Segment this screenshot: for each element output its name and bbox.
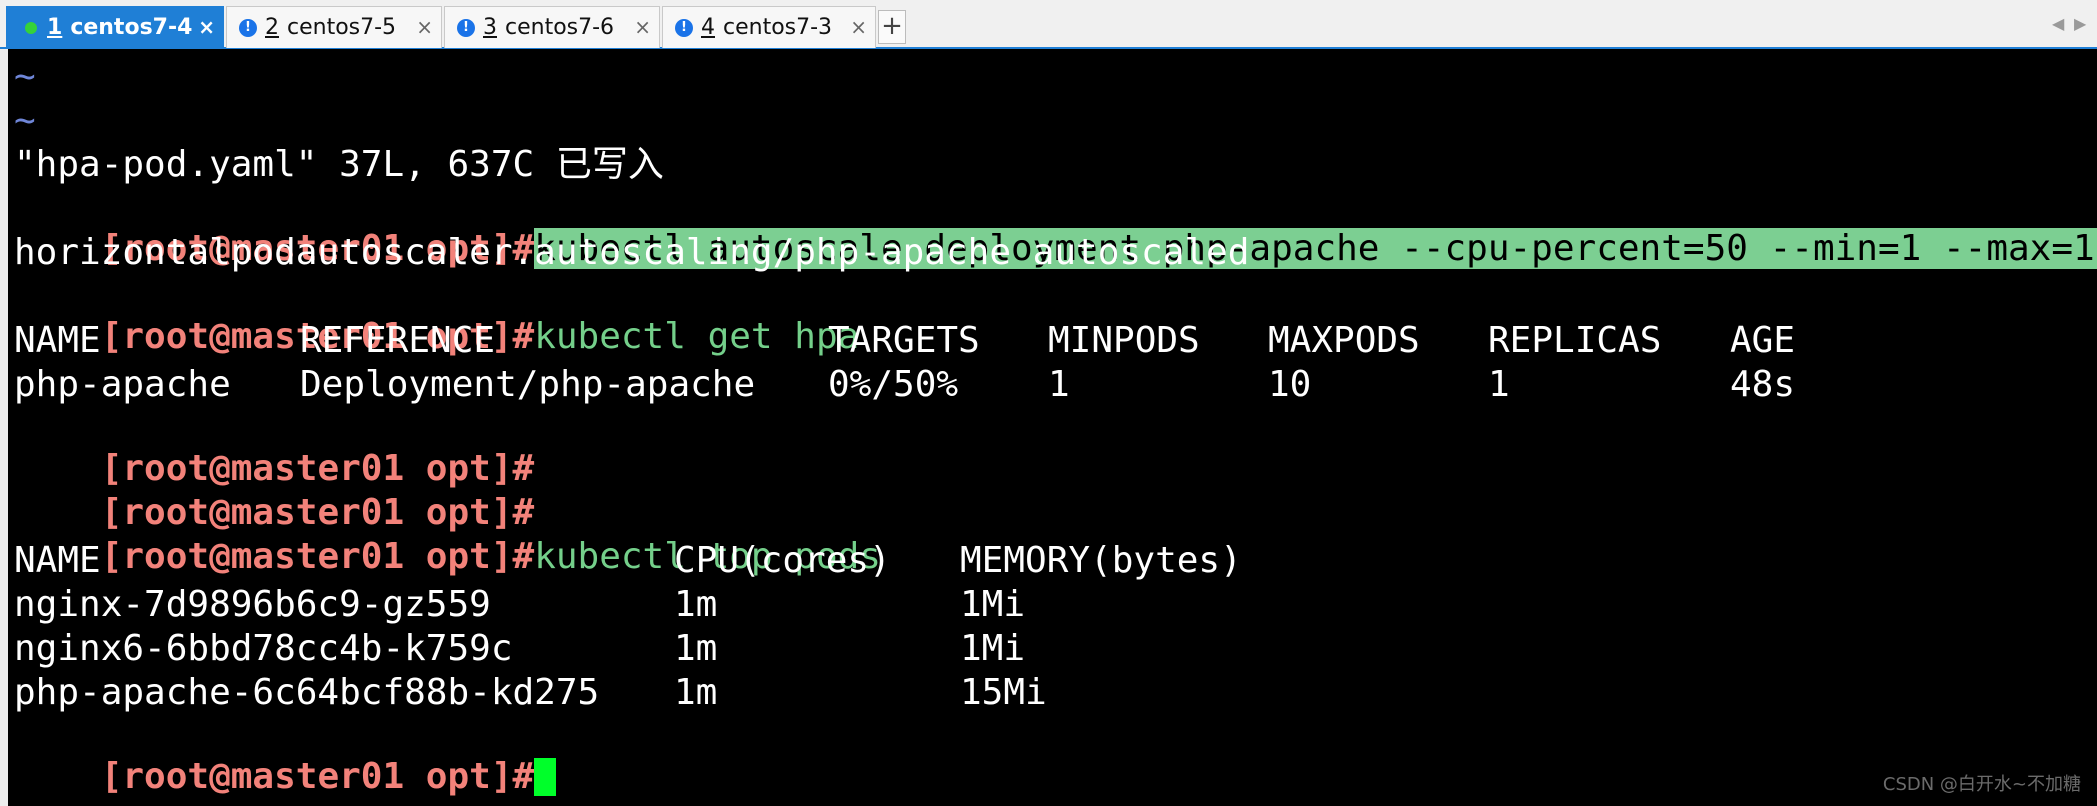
- hpa-cell-reference: Deployment/php-apache: [300, 364, 756, 405]
- hpa-header-maxpods: MAXPODS: [1268, 320, 1420, 361]
- table-row: nginx6-6bbd78cc4b-k759c 1m 1Mi: [14, 629, 2014, 669]
- hpa-header-age: AGE: [1730, 320, 1796, 361]
- hpa-cell-targets: 0%/50%: [828, 364, 959, 405]
- pods-header-cpu: CPU(cores): [674, 540, 891, 581]
- scroll-right-icon[interactable]: ▶: [2074, 14, 2086, 33]
- tab-number: 3: [483, 15, 497, 40]
- tab-bar: 1 centos7-4 × ! 2 centos7-5 × ! 3 centos…: [0, 0, 2097, 49]
- scroll-left-icon[interactable]: ◀: [2052, 14, 2064, 33]
- hpa-cell-replicas: 1: [1488, 364, 1510, 405]
- pods-header-memory: MEMORY(bytes): [960, 540, 1242, 581]
- table-row: php-apache-6c64bcf88b-kd275 1m 15Mi: [14, 673, 2014, 713]
- hpa-cell-maxpods: 10: [1268, 364, 1312, 405]
- hpa-table-header: NAME REFERENCE TARGETS MINPODS MAXPODS R…: [14, 321, 2014, 361]
- tab-centos7-5[interactable]: ! 2 centos7-5 ×: [226, 6, 442, 48]
- pod-name: nginx-7d9896b6c9-gz559: [14, 584, 491, 625]
- tab-label: centos7-4: [70, 15, 193, 40]
- command-line-top-pods: [root@master01 opt]#kubectl top pods: [14, 497, 881, 577]
- pod-cpu: 1m: [674, 672, 718, 713]
- tab-label: centos7-5: [287, 15, 397, 40]
- alert-icon: !: [457, 18, 475, 37]
- tab-number: 2: [265, 15, 279, 40]
- hpa-cell-age: 48s: [1730, 364, 1796, 405]
- terminal-area[interactable]: ~ ~ "hpa-pod.yaml" 37L, 637C 已写入 [root@m…: [8, 49, 2097, 806]
- terminal-cursor: [534, 758, 557, 796]
- close-icon[interactable]: ×: [416, 15, 433, 39]
- pod-cpu: 1m: [674, 628, 718, 669]
- tab-number: 1: [47, 15, 63, 40]
- connected-status-icon: [25, 21, 37, 34]
- tab-centos7-4[interactable]: 1 centos7-4 ×: [6, 6, 224, 48]
- command-line-autoscale: [root@master01 opt]#kubectl autoscale de…: [14, 189, 2097, 269]
- tab-centos7-3[interactable]: ! 4 centos7-3 ×: [662, 6, 876, 48]
- pod-name: php-apache-6c64bcf88b-kd275: [14, 672, 600, 713]
- current-prompt-line[interactable]: [root@master01 opt]#: [14, 717, 557, 797]
- close-icon[interactable]: ×: [198, 15, 215, 39]
- empty-prompt-line: [root@master01 opt]#: [14, 453, 534, 533]
- hpa-cell-name: php-apache: [14, 364, 231, 405]
- table-row: php-apache Deployment/php-apache 0%/50% …: [14, 365, 2014, 405]
- pods-header-name: NAME: [14, 540, 101, 581]
- tab-label: centos7-6: [505, 15, 615, 40]
- alert-icon: !: [675, 18, 693, 37]
- command-line-get-hpa: [root@master01 opt]#kubectl get hpa: [14, 277, 860, 357]
- hpa-header-minpods: MINPODS: [1048, 320, 1200, 361]
- pod-memory: 1Mi: [960, 628, 1026, 669]
- empty-prompt-line: [root@master01 opt]#: [14, 409, 534, 489]
- pod-memory: 1Mi: [960, 584, 1026, 625]
- pods-table-header: NAME CPU(cores) MEMORY(bytes): [14, 541, 2014, 581]
- close-icon[interactable]: ×: [634, 15, 651, 39]
- pod-memory: 15Mi: [960, 672, 1047, 713]
- hpa-cell-minpods: 1: [1048, 364, 1070, 405]
- tab-centos7-6[interactable]: ! 3 centos7-6 ×: [444, 6, 660, 48]
- tilde-line: ~: [14, 100, 36, 141]
- tab-number: 4: [701, 15, 715, 40]
- tab-label: centos7-3: [723, 15, 833, 40]
- watermark: CSDN @白开水~不加糖: [1882, 774, 2081, 795]
- shell-prompt: [root@master01 opt]#: [100, 756, 535, 797]
- new-tab-button[interactable]: +: [878, 10, 906, 44]
- pod-name: nginx6-6bbd78cc4b-k759c: [14, 628, 513, 669]
- hpa-header-replicas: REPLICAS: [1488, 320, 1662, 361]
- alert-icon: !: [239, 18, 257, 37]
- autoscale-output: horizontalpodautoscaler.autoscaling/php-…: [14, 232, 1250, 273]
- hpa-header-reference: REFERENCE: [300, 320, 496, 361]
- pod-cpu: 1m: [674, 584, 718, 625]
- hpa-header-name: NAME: [14, 320, 101, 361]
- window-edge: [0, 49, 8, 806]
- tilde-line: ~: [14, 56, 36, 97]
- table-row: nginx-7d9896b6c9-gz559 1m 1Mi: [14, 585, 2014, 625]
- hpa-header-targets: TARGETS: [828, 320, 980, 361]
- vim-write-message: "hpa-pod.yaml" 37L, 637C 已写入: [14, 144, 664, 185]
- close-icon[interactable]: ×: [850, 15, 867, 39]
